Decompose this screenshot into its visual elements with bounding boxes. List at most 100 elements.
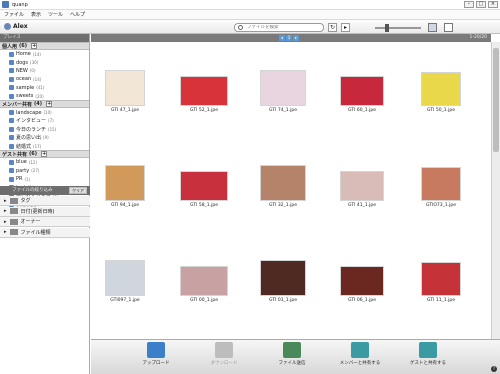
file-thumbnail[interactable]: GTI 00_1.jpe <box>180 266 228 303</box>
action-button[interactable]: ゲストと共有する <box>395 342 461 373</box>
file-thumbnail[interactable]: GTI097_1.jpe <box>105 260 145 303</box>
personal-item[interactable]: NEW (0) <box>0 67 89 75</box>
thumbnail-image <box>340 76 384 106</box>
guests-item[interactable]: party (27) <box>0 167 89 175</box>
menu-view[interactable]: 表示 <box>31 11 41 18</box>
folder-icon <box>9 118 14 124</box>
menu-help[interactable]: ヘルプ <box>70 11 85 18</box>
menu-file[interactable]: ファイル <box>4 11 24 18</box>
personal-item[interactable]: sweets (20) <box>0 92 89 100</box>
file-thumbnail[interactable]: GTI 94_1.jpe <box>105 165 145 208</box>
file-thumbnail[interactable]: GTI 01_1.jpe <box>260 260 306 303</box>
next-page-button[interactable]: ▸ <box>293 35 299 41</box>
personal-item[interactable]: dogs (30) <box>0 58 89 66</box>
search-input[interactable] <box>247 25 322 30</box>
section-members[interactable]: メンバー共有 (4) + <box>0 100 89 109</box>
action-button[interactable]: メンバーと共有する <box>327 342 393 373</box>
folder-icon <box>9 93 14 99</box>
file-name: GTI 50_1.jpe <box>427 108 455 113</box>
play-button[interactable]: ▸ <box>341 23 350 32</box>
file-thumbnail[interactable]: GTI 41_1.jpe <box>340 171 384 208</box>
filter-row-label: オーナー <box>20 219 41 225</box>
guests-item-label: PR <box>16 176 23 183</box>
personal-item-label: ocean <box>16 76 32 83</box>
action-button[interactable]: ダウンロード <box>191 342 257 373</box>
menu-tools[interactable]: ツール <box>48 11 63 18</box>
action-label: アップロード <box>142 361 170 366</box>
personal-item[interactable]: ocean (14) <box>0 75 89 83</box>
members-item[interactable]: 結婚式 (17) <box>0 142 89 150</box>
members-item[interactable]: landscape (10) <box>0 108 89 116</box>
action-label: メンバーと共有する <box>339 361 381 366</box>
refresh-button[interactable]: ↻ <box>328 23 337 32</box>
filter-row[interactable]: ▸ オーナー <box>0 217 90 227</box>
zoom-slider[interactable] <box>375 24 421 32</box>
members-item-count: (17) <box>33 143 42 149</box>
file-thumbnail[interactable]: GTI 06_1.jpe <box>340 266 384 303</box>
file-thumbnail[interactable]: GTI 50_1.jpe <box>421 72 461 113</box>
title-bar: quanp – □ × <box>0 0 500 10</box>
filter-row[interactable]: ▸ タグ <box>0 196 90 206</box>
gallery-header: ◂ 1 ▸ 1-20/20 <box>91 34 491 42</box>
prev-page-button[interactable]: ◂ <box>279 35 285 41</box>
filter-row-label: ファイル種類 <box>20 229 51 236</box>
expand-arrow-icon: ▸ <box>4 197 7 204</box>
guests-item[interactable]: blue (12) <box>0 158 89 166</box>
thumbnail-image <box>421 72 461 106</box>
file-thumbnail[interactable]: GTI 74_1.jpe <box>260 70 306 113</box>
members-item-label: インタビュー <box>16 118 47 125</box>
add-guest-place-button[interactable]: + <box>41 151 48 158</box>
file-thumbnail[interactable]: GTI 52_1.jpe <box>180 76 228 113</box>
personal-item[interactable]: sample (41) <box>0 84 89 92</box>
zoom-slider-knob[interactable] <box>385 24 389 32</box>
item-range: 1-20/20 <box>469 35 487 40</box>
user-icon <box>4 23 11 30</box>
personal-item-count: (14) <box>32 51 41 57</box>
action-button[interactable]: アップロード <box>123 342 189 373</box>
help-icon[interactable]: ? <box>491 366 497 372</box>
add-member-place-button[interactable]: + <box>46 101 53 108</box>
members-item[interactable]: 今日のランチ (15) <box>0 125 89 133</box>
file-thumbnail[interactable]: GTI 47_1.jpe <box>105 70 145 113</box>
members-item[interactable]: 夏の思い出 (9) <box>0 134 89 142</box>
search-box[interactable] <box>234 23 324 32</box>
file-thumbnail[interactable]: GTI 58_1.jpe <box>180 171 228 208</box>
guests-item[interactable]: PR (1) <box>0 175 89 183</box>
folder-icon <box>9 176 14 182</box>
section-personal[interactable]: 個人用 (6) + <box>0 42 89 50</box>
list-view-button[interactable] <box>444 23 453 32</box>
maximize-button[interactable]: □ <box>476 1 486 8</box>
file-name: GTI 06_1.jpe <box>348 298 376 303</box>
scrollbar-thumb[interactable] <box>493 48 499 152</box>
file-thumbnail[interactable]: GTIO73_1.jpe <box>421 167 461 208</box>
filter-clear-button[interactable]: クリア <box>69 187 87 194</box>
close-button[interactable]: × <box>488 1 498 8</box>
folder-icon <box>9 51 14 57</box>
personal-item-count: (41) <box>36 85 45 91</box>
file-thumbnail[interactable]: GTI 60_1.jpe <box>340 76 384 113</box>
filter-row[interactable]: ▸ 日付(更新日時) <box>0 206 90 217</box>
filter-row[interactable]: ▸ ファイル種類 <box>0 227 90 238</box>
gallery-scrollbar[interactable] <box>491 42 500 339</box>
expand-arrow-icon: ▸ <box>4 229 7 235</box>
app-icon <box>2 1 9 8</box>
personal-item-label: NEW <box>16 67 28 74</box>
page-number: 1 <box>286 35 292 41</box>
file-name: GTI 47_1.jpe <box>111 108 139 113</box>
thumbnail-view-button[interactable] <box>428 23 437 32</box>
add-place-button[interactable]: + <box>31 43 38 49</box>
action-button[interactable]: ファイル送信 <box>259 342 325 373</box>
section-guests[interactable]: ゲスト共有 (6) + <box>0 150 89 159</box>
personal-item[interactable]: Home (14) <box>0 50 89 58</box>
file-thumbnail[interactable]: GTI 32_1.jpe <box>260 165 306 208</box>
file-name: GTI 00_1.jpe <box>190 298 218 303</box>
thumbnail-image <box>260 260 306 296</box>
thumbnail-image <box>180 266 228 296</box>
members-item-count: (15) <box>48 126 57 132</box>
user-menu[interactable]: Alex <box>4 23 28 30</box>
file-name: GTI 74_1.jpe <box>269 108 297 113</box>
file-thumbnail[interactable]: GTI 11_1.jpe <box>421 262 461 303</box>
members-item[interactable]: インタビュー (7) <box>0 117 89 125</box>
minimize-button[interactable]: – <box>464 1 474 8</box>
action-icon <box>351 342 369 358</box>
